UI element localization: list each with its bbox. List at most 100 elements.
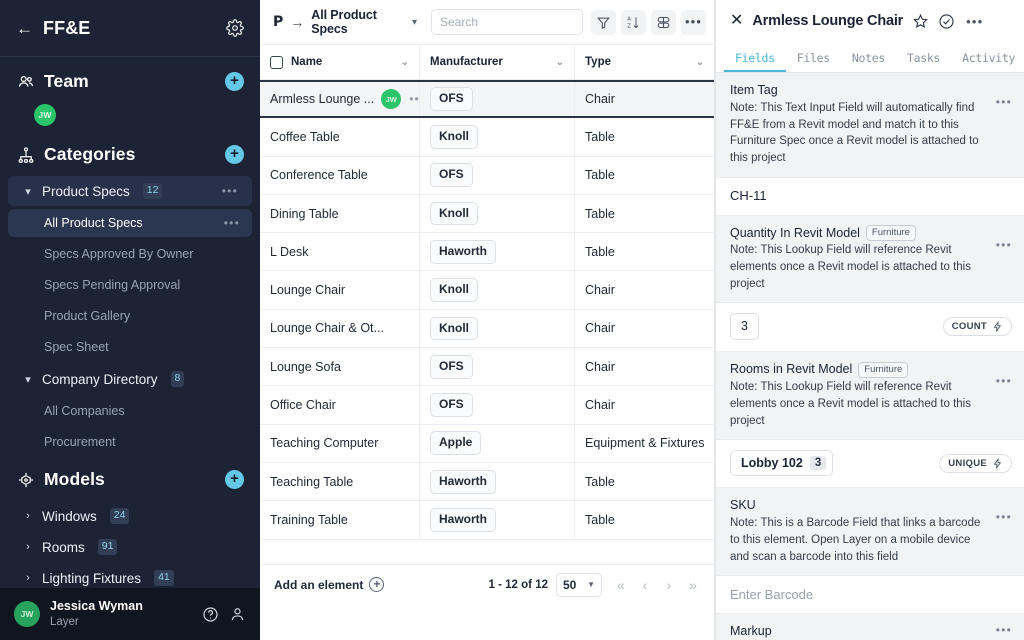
cell-manufacturer[interactable]: Knoll	[420, 309, 575, 348]
sidebar-group-rooms[interactable]: › Rooms 91	[8, 532, 252, 562]
field-value-quantity-in-revit-model[interactable]: 3 COUNT	[716, 303, 1024, 353]
cell-manufacturer[interactable]: Haworth	[420, 233, 575, 271]
cell-type[interactable]: Table	[575, 501, 714, 538]
sidebar-item-procurement[interactable]: Procurement	[8, 428, 252, 456]
cell-manufacturer[interactable]: Knoll	[420, 118, 575, 156]
sidebar-group-more-icon[interactable]: •••	[222, 185, 238, 197]
group-icon[interactable]	[651, 9, 676, 35]
field-more-icon[interactable]: •••	[996, 624, 1012, 636]
tab-tasks[interactable]: Tasks	[896, 51, 951, 72]
cell-manufacturer[interactable]: Haworth	[420, 501, 575, 539]
table-row[interactable]: Coffee Table Knoll Table	[260, 118, 714, 157]
tab-files[interactable]: Files	[786, 51, 841, 72]
table-row[interactable]: Lounge Chair & Ot... Knoll Chair	[260, 309, 714, 349]
cell-manufacturer[interactable]: OFS	[420, 82, 575, 117]
back-arrow-icon[interactable]: ←	[16, 20, 33, 37]
column-header-name[interactable]: Name ⌄	[260, 45, 420, 79]
chevron-down-icon[interactable]: ⌄	[696, 57, 704, 68]
user-icon[interactable]	[229, 606, 246, 623]
field-more-icon[interactable]: •••	[996, 96, 1012, 108]
detail-more-icon[interactable]: •••	[966, 15, 983, 28]
next-page-button[interactable]: ›	[658, 573, 680, 597]
cell-type[interactable]: Table	[575, 233, 714, 270]
search-input[interactable]	[431, 9, 583, 35]
cell-manufacturer[interactable]: OFS	[420, 156, 575, 194]
table-row[interactable]: Armless Lounge ... JW ••• OFS Chair	[260, 80, 714, 119]
sidebar-item-spec-sheet[interactable]: Spec Sheet	[8, 333, 252, 361]
add-model-button[interactable]: +	[225, 470, 244, 489]
help-circle-icon[interactable]	[202, 606, 219, 623]
cell-manufacturer[interactable]: OFS	[420, 386, 575, 424]
gear-icon[interactable]	[226, 19, 244, 37]
field-more-icon[interactable]: •••	[996, 511, 1012, 523]
more-horizontal-icon[interactable]: •••	[681, 9, 706, 35]
cell-type[interactable]: Table	[575, 157, 714, 194]
plus-circle-icon[interactable]: +	[369, 577, 385, 592]
prev-page-button[interactable]: ‹	[634, 573, 656, 597]
cell-manufacturer[interactable]: Apple	[420, 424, 575, 462]
add-element-button[interactable]: Add an element +	[274, 577, 385, 592]
cell-name[interactable]: Teaching Table	[260, 462, 420, 501]
cell-type[interactable]: Equipment & Fixtures	[575, 425, 714, 462]
cell-name[interactable]: Training Table	[260, 501, 420, 539]
cell-manufacturer[interactable]: Knoll	[420, 271, 575, 309]
table-row[interactable]: Teaching Table Haworth Table	[260, 462, 714, 502]
sidebar-item-product-gallery[interactable]: Product Gallery	[8, 302, 252, 330]
table-row[interactable]: Training Table Haworth Table	[260, 501, 714, 540]
chevron-down-icon[interactable]: ⌄	[401, 57, 409, 68]
table-row[interactable]: Conference Table OFS Table	[260, 156, 714, 195]
cell-manufacturer[interactable]: Haworth	[420, 462, 575, 501]
cell-type[interactable]: Chair	[575, 271, 714, 308]
cell-manufacturer[interactable]: OFS	[420, 348, 575, 386]
aggregation-badge[interactable]: UNIQUE	[939, 453, 1012, 473]
field-value-rooms-in-revit-model[interactable]: Lobby 102 3 UNIQUE	[716, 440, 1024, 489]
sort-az-icon[interactable]: A Z	[621, 9, 646, 35]
field-more-icon[interactable]: •••	[996, 375, 1012, 387]
cell-name[interactable]: Dining Table	[260, 194, 420, 233]
sidebar-group-company-directory[interactable]: ▾ Company Directory 8	[8, 364, 252, 394]
cell-type[interactable]: Table	[575, 463, 714, 500]
cell-name[interactable]: Armless Lounge ... JW •••	[260, 82, 420, 117]
add-category-button[interactable]: +	[225, 145, 244, 164]
cell-type[interactable]: Chair	[575, 386, 714, 423]
field-value-item-tag[interactable]: CH-11	[716, 177, 1024, 216]
table-row[interactable]: Office Chair OFS Chair	[260, 386, 714, 425]
cell-name[interactable]: Lounge Chair & Ot...	[260, 309, 420, 348]
cell-type[interactable]: Chair	[575, 82, 714, 116]
chevron-down-icon[interactable]: ▾	[412, 17, 417, 28]
star-icon[interactable]	[912, 13, 929, 30]
cell-name[interactable]: Lounge Chair	[260, 271, 420, 309]
cell-name[interactable]: Teaching Computer	[260, 424, 420, 462]
field-more-icon[interactable]: •••	[996, 239, 1012, 251]
avatar[interactable]: JW	[381, 89, 402, 110]
cell-name[interactable]: L Desk	[260, 233, 420, 271]
aggregation-badge[interactable]: COUNT	[942, 317, 1012, 337]
close-icon[interactable]: ✕	[730, 13, 743, 29]
avatar[interactable]: JW	[34, 104, 56, 126]
tab-notes[interactable]: Notes	[841, 51, 896, 72]
select-all-checkbox[interactable]	[270, 55, 283, 69]
sidebar-item-specs-pending-approval[interactable]: Specs Pending Approval	[8, 271, 252, 299]
cell-type[interactable]: Table	[575, 195, 714, 232]
filter-icon[interactable]	[591, 9, 616, 35]
table-row[interactable]: Dining Table Knoll Table	[260, 194, 714, 234]
sidebar-item-specs-approved-by-owner[interactable]: Specs Approved By Owner	[8, 240, 252, 268]
cell-name[interactable]: Conference Table	[260, 156, 420, 194]
breadcrumb[interactable]: P → All Product Specs ▾	[273, 8, 417, 36]
first-page-button[interactable]: «	[610, 573, 632, 597]
row-more-icon[interactable]: •••	[409, 93, 419, 105]
cell-name[interactable]: Lounge Sofa	[260, 348, 420, 386]
sidebar-item-more-icon[interactable]: •••	[224, 217, 240, 229]
sidebar-item-all-companies[interactable]: All Companies	[8, 397, 252, 425]
tab-fields[interactable]: Fields	[724, 51, 786, 72]
check-circle-icon[interactable]	[938, 13, 955, 30]
add-team-member-button[interactable]: +	[225, 72, 244, 91]
cell-type[interactable]: Chair	[575, 348, 714, 385]
sidebar-group-product-specs[interactable]: ▾ Product Specs 12 •••	[8, 176, 252, 206]
chevron-down-icon[interactable]: ⌄	[556, 57, 564, 68]
column-header-type[interactable]: Type ⌄	[575, 45, 714, 79]
cell-name[interactable]: Coffee Table	[260, 118, 420, 156]
sidebar-group-lighting-fixtures[interactable]: › Lighting Fixtures 41	[8, 563, 252, 588]
table-row[interactable]: L Desk Haworth Table	[260, 233, 714, 272]
cell-type[interactable]: Chair	[575, 310, 714, 347]
